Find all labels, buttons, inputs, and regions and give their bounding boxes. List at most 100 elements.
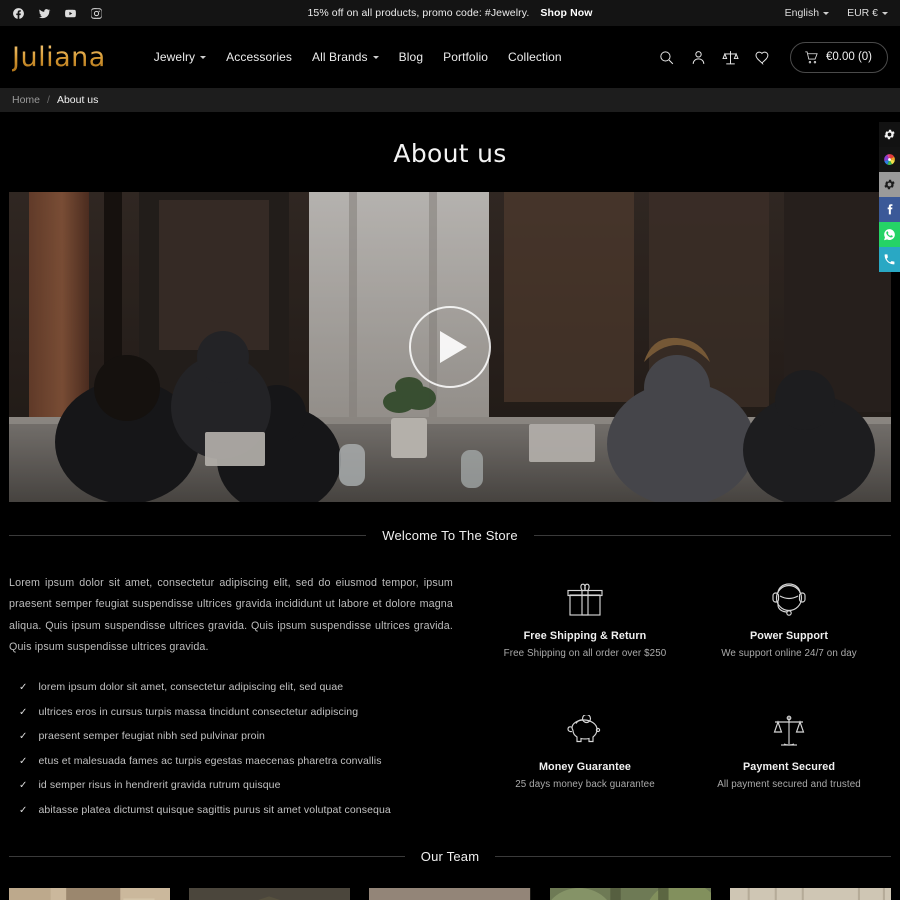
- promo-message: 15% off on all products, promo code: #Je…: [0, 7, 900, 19]
- currency-value: EUR €: [847, 7, 878, 19]
- feature-desc: 25 days money back guarantee: [515, 778, 655, 790]
- list-item-label: id semper risus in hendrerit gravida rut…: [38, 779, 281, 792]
- page-title: About us: [393, 139, 507, 168]
- site-logo[interactable]: Juliana: [12, 42, 112, 73]
- check-icon: ✓: [19, 706, 28, 718]
- chevron-down-icon: [200, 55, 207, 59]
- wishlist-heart-icon[interactable]: [754, 49, 771, 66]
- theme-gear-icon[interactable]: [879, 172, 900, 197]
- feature-title: Free Shipping & Return: [523, 630, 647, 642]
- compare-scales-icon[interactable]: [722, 49, 739, 66]
- team-member-5[interactable]: [729, 887, 891, 900]
- nav-item-blog[interactable]: Blog: [399, 50, 423, 64]
- list-item: ✓ praesent semper feugiat nibh sed pulvi…: [9, 725, 453, 750]
- list-item-label: ultrices eros in cursus turpis massa tin…: [38, 705, 359, 718]
- phone-call-icon[interactable]: [879, 247, 900, 272]
- feature-desc: Free Shipping on all order over $250: [503, 648, 667, 659]
- check-icon: ✓: [19, 780, 28, 792]
- announcement-bar: 15% off on all products, promo code: #Je…: [0, 0, 900, 26]
- nav-label: Accessories: [226, 50, 292, 64]
- nav-label: Portfolio: [443, 50, 489, 64]
- facebook-share-icon[interactable]: [879, 197, 900, 222]
- list-item-label: lorem ipsum dolor sit amet, consectetur …: [38, 681, 344, 694]
- language-value: English: [784, 7, 820, 19]
- team-member-1[interactable]: [9, 887, 171, 900]
- language-selector[interactable]: English: [784, 7, 830, 19]
- cart-button[interactable]: €0.00 (0): [789, 41, 888, 73]
- breadcrumb: Home / About us: [0, 88, 900, 112]
- welcome-section: Lorem ipsum dolor sit amet, consectetur …: [0, 543, 900, 823]
- play-triangle-icon: [439, 331, 467, 363]
- header-actions: €0.00 (0): [658, 41, 888, 73]
- check-icon: ✓: [19, 804, 28, 816]
- team-photo: [9, 887, 171, 900]
- chevron-down-icon: [882, 11, 888, 15]
- list-item: ✓ lorem ipsum dolor sit amet, consectetu…: [9, 676, 453, 701]
- feature-free-shipping: Free Shipping & Return Free Shipping on …: [483, 575, 687, 692]
- nav-item-jewelry[interactable]: Jewelry: [153, 50, 207, 64]
- cart-total-label: €0.00 (0): [825, 51, 872, 63]
- nav-label: Blog: [398, 50, 424, 64]
- settings-gear-icon[interactable]: [879, 122, 900, 147]
- feature-money-guarantee: Money Guarantee 25 days money back guara…: [483, 706, 687, 823]
- nav-item-all-brands[interactable]: All Brands: [312, 50, 379, 64]
- nav-label: All Brands: [311, 50, 368, 64]
- team-member-2[interactable]: [189, 887, 351, 900]
- whatsapp-icon[interactable]: [879, 222, 900, 247]
- nav-item-portfolio[interactable]: Portfolio: [443, 50, 488, 64]
- welcome-heading: Welcome To The Store: [382, 528, 518, 543]
- welcome-heading-row: Welcome To The Store: [0, 528, 900, 543]
- gift-box-icon: [483, 579, 687, 621]
- list-item-label: abitasse platea dictumst quisque sagitti…: [38, 803, 391, 816]
- hero-video-banner[interactable]: [9, 192, 891, 502]
- team-photo: [189, 887, 351, 900]
- divider-left: [9, 855, 405, 857]
- search-icon[interactable]: [658, 49, 675, 66]
- nav-label: Collection: [508, 50, 562, 64]
- feature-title: Payment Secured: [742, 760, 836, 773]
- list-item-label: etus et malesuada fames ac turpis egesta…: [38, 754, 382, 767]
- nav-label: Jewelry: [153, 50, 196, 64]
- check-icon: ✓: [19, 755, 28, 767]
- youtube-icon[interactable]: [64, 7, 77, 20]
- team-photo: [729, 887, 891, 900]
- play-video-button[interactable]: [409, 306, 491, 388]
- piggy-bank-icon: [483, 710, 687, 752]
- feature-payment-secured: Payment Secured All payment secured and …: [687, 706, 891, 823]
- user-account-icon[interactable]: [690, 49, 707, 66]
- currency-selector[interactable]: EUR €: [847, 7, 888, 19]
- welcome-paragraph: Lorem ipsum dolor sit amet, consectetur …: [9, 577, 453, 654]
- nav-item-collection[interactable]: Collection: [508, 50, 562, 64]
- list-item: ✓ abitasse platea dictumst quisque sagit…: [9, 798, 453, 823]
- facebook-icon[interactable]: [12, 7, 25, 20]
- breadcrumb-current: About us: [56, 94, 99, 106]
- team-heading: Our Team: [420, 848, 480, 864]
- locale-controls: English EUR €: [785, 7, 888, 19]
- list-item: ✓ ultrices eros in cursus turpis massa t…: [9, 700, 453, 725]
- divider-right: [533, 535, 892, 536]
- team-member-4[interactable]: [549, 887, 711, 900]
- cart-icon: [805, 50, 818, 63]
- team-member-3[interactable]: [369, 887, 531, 900]
- feature-title: Power Support: [749, 630, 829, 642]
- feature-title: Money Guarantee: [538, 760, 632, 773]
- chevron-down-icon: [372, 55, 379, 59]
- instagram-icon[interactable]: [90, 7, 103, 20]
- breadcrumb-home-link[interactable]: Home: [12, 94, 40, 106]
- list-item: ✓ etus et malesuada fames ac turpis eges…: [9, 749, 453, 774]
- team-heading-row: Our Team: [0, 849, 900, 864]
- feature-grid: Free Shipping & Return Free Shipping on …: [483, 573, 891, 823]
- feature-desc: We support online 24/7 on day: [721, 648, 857, 659]
- welcome-text-column: Lorem ipsum dolor sit amet, consectetur …: [9, 573, 453, 823]
- shop-now-link[interactable]: Shop Now: [540, 7, 592, 19]
- twitter-icon[interactable]: [38, 7, 51, 20]
- team-photo: [369, 887, 531, 900]
- social-links: [12, 7, 103, 20]
- feature-desc: All payment secured and trusted: [717, 778, 861, 790]
- list-item-label: praesent semper feugiat nibh sed pulvina…: [38, 730, 265, 743]
- welcome-checklist: ✓ lorem ipsum dolor sit amet, consectetu…: [9, 676, 453, 823]
- team-grid: [0, 864, 900, 900]
- nav-item-accessories[interactable]: Accessories: [226, 50, 292, 64]
- color-wheel-icon[interactable]: [879, 147, 900, 172]
- divider-left: [9, 535, 367, 536]
